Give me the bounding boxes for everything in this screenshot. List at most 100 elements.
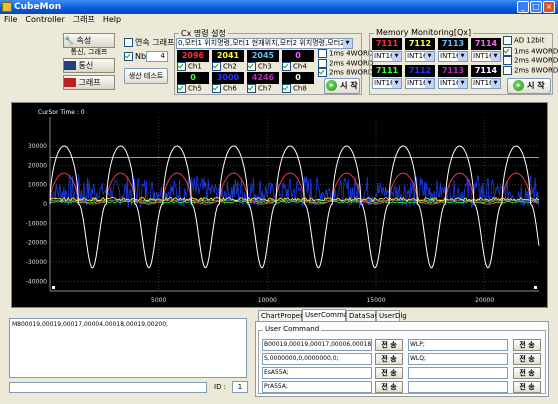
user-command-field[interactable] xyxy=(408,367,508,379)
cx-channel-ch7[interactable]: Ch7 xyxy=(247,84,272,94)
send-button[interactable]: 전 송 xyxy=(513,339,541,351)
ad-12bit-option[interactable]: AD 12bit xyxy=(503,36,558,46)
mem-word-2ms8-checkbox[interactable] xyxy=(503,65,512,75)
memory-type-select-4[interactable]: INT16 ▼ xyxy=(471,51,501,62)
cursor-time-label: CurSor Time : 0 xyxy=(38,109,85,116)
send-button[interactable]: 전 송 xyxy=(375,381,403,393)
tab-datasave[interactable]: DataSave xyxy=(346,310,383,321)
ch4-checkbox[interactable] xyxy=(282,62,291,71)
memory-type-select-8[interactable]: INT16 ▼ xyxy=(471,78,501,89)
cx-channel-ch6[interactable]: Ch6 xyxy=(212,84,237,94)
memory-value-8: 7114 xyxy=(471,65,501,77)
memory-type-select-3[interactable]: INT16 ▼ xyxy=(438,51,468,62)
cursor-marker xyxy=(52,286,55,289)
user-command-field[interactable]: WLP; xyxy=(408,339,508,351)
memory-type-select-2[interactable]: INT16 ▼ xyxy=(405,51,435,62)
y-tick-label: 0 xyxy=(43,201,47,208)
cx-channel-ch5[interactable]: Ch5 xyxy=(177,84,202,94)
send-button[interactable]: 전 송 xyxy=(375,353,403,365)
nb-input[interactable]: 4 xyxy=(146,51,168,62)
id-input[interactable]: 1 xyxy=(232,381,248,393)
nb-checkbox[interactable] xyxy=(124,52,133,61)
ch5-checkbox[interactable] xyxy=(177,84,186,93)
ch6-checkbox[interactable] xyxy=(212,84,221,93)
continuous-graph-option[interactable]: 연속 그래프 xyxy=(124,38,174,48)
property-button[interactable]: 🔧 속성 xyxy=(63,33,115,48)
cx-word-2ms4-checkbox[interactable] xyxy=(318,58,327,68)
cx-channel-ch3[interactable]: Ch3 xyxy=(247,62,272,72)
menu-bar: File Controller 그래프 Help xyxy=(0,14,558,25)
send-button[interactable]: 전 송 xyxy=(513,367,541,379)
maximize-button[interactable]: □ xyxy=(530,1,542,13)
memory-value-1: 7111 xyxy=(372,38,402,50)
comm-button[interactable]: 통신 xyxy=(63,58,115,73)
close-button[interactable]: × xyxy=(543,1,555,13)
cx-channel-ch4[interactable]: Ch4 xyxy=(282,62,307,72)
memory-type-select-7[interactable]: INT16 ▼ xyxy=(438,78,468,89)
command-input[interactable] xyxy=(9,382,207,393)
mem-word-2ms8[interactable]: 2ms 8WORD xyxy=(503,65,558,76)
tab-usercommand[interactable]: UserCommand xyxy=(302,309,357,321)
ad-12bit-checkbox[interactable] xyxy=(503,36,512,45)
memory-type-select-6[interactable]: INT16 ▼ xyxy=(405,78,435,89)
menu-help[interactable]: Help xyxy=(99,14,125,25)
y-tick-label: 10000 xyxy=(28,182,47,189)
title-bar: CubeMon xyxy=(0,0,558,14)
cx-channel-ch2[interactable]: Ch2 xyxy=(212,62,237,72)
cx-word-2ms8[interactable]: 2ms 8WORD xyxy=(318,68,373,78)
menu-controller[interactable]: Controller xyxy=(21,14,68,25)
output-text-area[interactable]: M800019,00019,00017,00004,00018,00019,00… xyxy=(9,318,247,378)
cx-start-button[interactable]: ▸ 시 작 xyxy=(324,78,360,94)
send-button[interactable]: 전 송 xyxy=(513,353,541,365)
x-tick-label: 10000 xyxy=(258,297,277,304)
continuous-checkbox[interactable] xyxy=(124,38,133,47)
cx-word-1ms4[interactable]: 1ms 4WORD xyxy=(318,49,373,59)
menu-file[interactable]: File xyxy=(0,14,21,25)
ch8-checkbox[interactable] xyxy=(282,84,291,93)
ch3-checkbox[interactable] xyxy=(247,62,256,71)
nb-option[interactable]: Nb xyxy=(124,52,146,62)
mem-word-1ms4[interactable]: 1ms 4WORD xyxy=(503,46,558,57)
ch2-checkbox[interactable] xyxy=(212,62,221,71)
user-command-field[interactable] xyxy=(408,381,508,393)
cx-word-1ms4-checkbox[interactable] xyxy=(318,49,327,58)
minimize-button[interactable]: _ xyxy=(517,1,529,13)
mem-word-2ms4[interactable]: 2ms 4WORD xyxy=(503,56,558,66)
user-command-field[interactable]: B00019,00019,00017,00006,00018,00200; xyxy=(262,339,372,351)
chevron-down-icon: ▼ xyxy=(425,52,434,61)
memory-options: AD 12bit 1ms 4WORD 2ms 4WORD 2ms 8WORD xyxy=(503,36,558,75)
send-button[interactable]: 전 송 xyxy=(375,367,403,379)
x-tick-label: 15000 xyxy=(366,297,385,304)
user-command-title: User Command xyxy=(263,325,322,333)
id-label: ID : xyxy=(214,383,227,391)
mem-word-2ms4-checkbox[interactable] xyxy=(503,56,512,65)
memory-type-select-5[interactable]: INT16 ▼ xyxy=(372,78,402,89)
ch7-checkbox[interactable] xyxy=(247,84,256,93)
mem-word-1ms4-checkbox[interactable] xyxy=(503,46,512,56)
cx-word-2ms8-checkbox[interactable] xyxy=(318,68,327,77)
user-command-field[interactable]: S,0000000,0,0000000,0; xyxy=(262,353,372,365)
graph-button[interactable]: 그래프 xyxy=(63,75,115,90)
cx-command-select[interactable]: 0,모터1 위치명령,모터1 현재위치,모터2 위치명령,모터2 현재위 ▼ xyxy=(176,38,353,49)
memory-type-select-1[interactable]: INT16 ▼ xyxy=(372,51,402,62)
tab-userdlg[interactable]: UserDlg xyxy=(376,310,407,321)
send-button[interactable]: 전 송 xyxy=(375,339,403,351)
cursor-marker xyxy=(534,286,537,289)
cx-channel-ch8[interactable]: Ch8 xyxy=(282,84,307,94)
chevron-down-icon: ▼ xyxy=(392,79,401,88)
user-command-field[interactable]: WLQ; xyxy=(408,353,508,365)
memory-start-button[interactable]: ▸ 시 작 xyxy=(507,78,551,94)
production-test-button[interactable]: 생산 테스트 xyxy=(124,68,168,84)
tab-chartproperty[interactable]: ChartProperty xyxy=(258,310,310,321)
network-icon xyxy=(64,61,76,70)
y-tick-label: 30000 xyxy=(28,143,47,150)
send-button[interactable]: 전 송 xyxy=(513,381,541,393)
menu-graph[interactable]: 그래프 xyxy=(69,14,99,25)
cx-word-2ms4[interactable]: 2ms 4WORD xyxy=(318,58,373,69)
user-command-field[interactable]: EsA55A; xyxy=(262,367,372,379)
user-command-field[interactable]: PrA55A; xyxy=(262,381,372,393)
ch1-checkbox[interactable] xyxy=(177,62,186,71)
cx-channel-ch1[interactable]: Ch1 xyxy=(177,62,202,72)
y-tick-label: -10000 xyxy=(26,220,47,227)
cx-value-ch2: 2041 xyxy=(212,50,244,62)
